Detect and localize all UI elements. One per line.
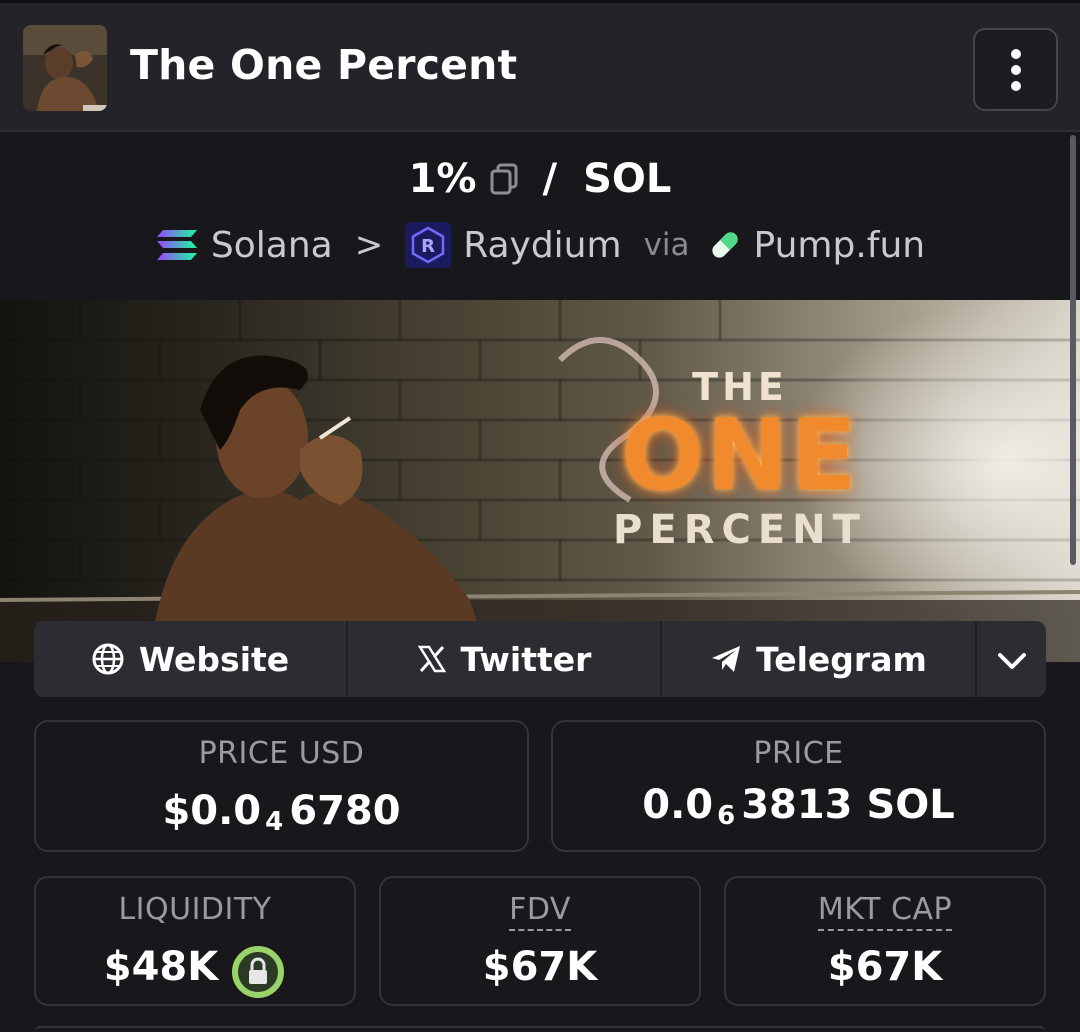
price-usd-value: $0.0 4 6780 [36,788,527,837]
scrollbar[interactable] [1070,135,1076,565]
telegram-icon [710,644,742,674]
pair-info: 1% / SOL Solana > R Raydium via Pump.fun [0,132,1080,300]
solana-icon [155,228,199,262]
copy-icon[interactable] [489,163,519,195]
fdv-label: FDV [509,892,571,931]
next-section-edge [34,1026,1046,1032]
price-usd-digits: 6780 [289,788,401,834]
quote-symbol: SOL [583,156,672,202]
liquidity-value-row: $48K [36,944,354,1000]
price-usd-prefix: $0.0 [162,788,262,834]
chain-name-link[interactable]: Solana [211,225,333,266]
liquidity-label: LIQUIDITY [118,892,272,927]
pair-separator: / [542,156,558,202]
website-label: Website [138,639,290,679]
base-symbol: 1% [408,156,477,202]
price-sol-value: 0.0 6 3813 SOL [553,782,1044,831]
price-usd-label: PRICE USD [198,736,365,771]
price-sol-card: PRICE 0.0 6 3813 SOL [551,720,1046,852]
dex-name-link[interactable]: Raydium [463,225,621,266]
banner-line-percent: PERCENT [613,507,867,553]
market-cap-card[interactable]: MKT CAP $67K [724,876,1046,1006]
fdv-value: $67K [482,944,598,990]
raydium-icon: R [405,222,452,268]
x-logo-icon [417,644,447,674]
chevron-down-icon [997,640,1027,679]
telegram-label: Telegram [756,639,927,679]
price-sol-zero-count: 6 [717,801,736,831]
launchpad-link[interactable]: Pump.fun [754,225,926,266]
token-avatar [23,25,107,111]
telegram-button[interactable]: Telegram [662,621,977,697]
price-sol-prefix: 0.0 [642,782,714,828]
token-banner-image: THE ONE PERCENT [0,300,1080,662]
kebab-menu-icon [1010,48,1021,59]
svg-text:R: R [421,236,435,257]
token-name: The One Percent [130,41,518,89]
price-usd-zero-count: 4 [265,807,284,837]
market-cap-value: $67K [827,944,943,990]
fdv-card[interactable]: FDV $67K [379,876,701,1006]
banner-logo-text: THE ONE PERCENT [560,365,920,553]
price-usd-card: PRICE USD $0.0 4 6780 [34,720,529,852]
banner-line-one: ONE [620,399,860,513]
website-button[interactable]: Website [34,621,348,697]
chain-breadcrumb: Solana > R Raydium via Pump.fun [0,222,1080,268]
twitter-button[interactable]: Twitter [348,621,662,697]
market-cap-label: MKT CAP [817,892,953,931]
liquidity-card: LIQUIDITY $48K [34,876,356,1006]
liquidity-value: $48K [103,944,219,990]
pair-title: 1% / SOL [0,156,1080,202]
token-header: The One Percent [0,0,1080,132]
pill-icon [708,228,742,262]
more-links-button[interactable] [977,621,1046,697]
price-sol-digits: 3813 SOL [741,782,955,828]
globe-icon [91,642,125,676]
more-options-button[interactable] [973,28,1058,111]
chevron-right-icon: > [354,225,384,265]
lock-icon[interactable] [230,944,286,1000]
twitter-label: Twitter [460,639,592,679]
via-label: via [643,227,690,263]
price-sol-label: PRICE [753,736,844,771]
social-links-bar: Website Twitter Telegram [34,621,1046,697]
